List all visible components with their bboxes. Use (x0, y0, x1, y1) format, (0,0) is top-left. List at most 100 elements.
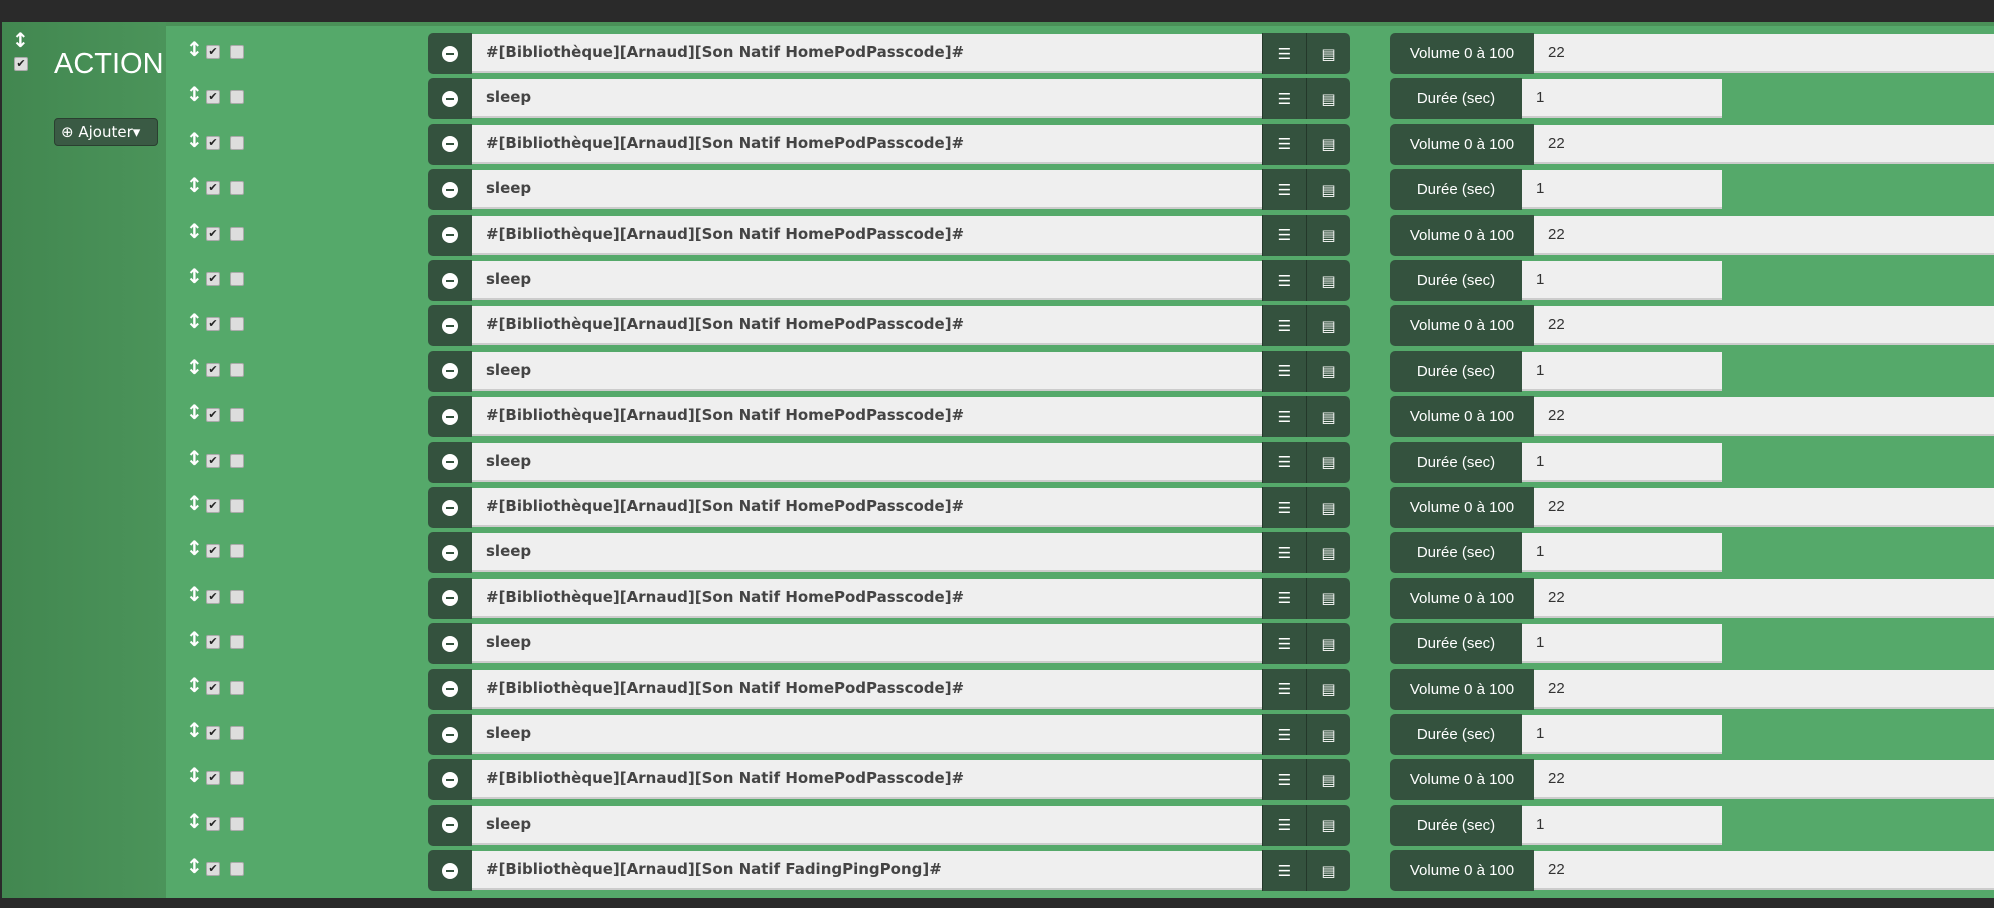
select-command-button[interactable]: ☰ (1262, 123, 1306, 165)
parallel-checkbox[interactable] (230, 272, 244, 286)
enabled-checkbox[interactable]: ✔ (206, 499, 220, 513)
enabled-checkbox[interactable]: ✔ (206, 317, 220, 332)
remove-action-button[interactable] (428, 123, 472, 165)
remove-action-button[interactable] (428, 714, 472, 755)
drag-handle-icon[interactable]: ↕ (186, 266, 203, 286)
enabled-checkbox[interactable]: ✔ (206, 135, 220, 150)
select-action-button[interactable]: ▤ (1306, 214, 1350, 256)
remove-action-button[interactable] (428, 441, 472, 483)
select-action-button[interactable]: ▤ (1306, 305, 1350, 347)
select-command-button[interactable]: ☰ (1262, 487, 1306, 528)
expression-input[interactable]: sleep (472, 715, 1262, 754)
expression-input[interactable]: #[Bibliothèque][Arnaud][Son Natif HomePo… (472, 669, 1262, 709)
enabled-checkbox[interactable]: ✔ (206, 226, 220, 241)
select-command-button[interactable]: ☰ (1262, 759, 1306, 801)
select-action-button[interactable]: ▤ (1306, 487, 1350, 528)
duration-input[interactable] (1522, 533, 1722, 573)
drag-handle-icon[interactable]: ↕ (186, 811, 203, 831)
drag-handle-icon[interactable]: ↕ (186, 493, 203, 513)
parallel-checkbox[interactable] (230, 726, 244, 740)
expression-input[interactable]: sleep (472, 533, 1262, 573)
select-command-button[interactable]: ☰ (1262, 804, 1306, 846)
enabled-checkbox[interactable]: ✔ (206, 771, 220, 786)
duration-input[interactable] (1522, 805, 1722, 845)
enabled-checkbox[interactable]: ✔ (206, 544, 220, 559)
expression-input[interactable]: #[Bibliothèque][Arnaud][Son Natif HomePo… (472, 124, 1262, 164)
enabled-checkbox[interactable]: ✔ (206, 408, 220, 423)
drag-handle-icon[interactable]: ↕ (186, 720, 203, 740)
drag-handle-icon[interactable]: ↕ (186, 221, 203, 241)
select-command-button[interactable]: ☰ (1262, 169, 1306, 211)
drag-handle-icon[interactable]: ↕ (186, 39, 203, 59)
drag-handle-icon[interactable]: ↕ (186, 538, 203, 558)
select-action-button[interactable]: ▤ (1306, 169, 1350, 211)
parallel-checkbox[interactable] (230, 317, 244, 332)
remove-action-button[interactable] (428, 33, 472, 74)
remove-action-button[interactable] (428, 214, 472, 256)
drag-handle-icon[interactable]: ↕ (186, 584, 203, 604)
select-action-button[interactable]: ▤ (1306, 532, 1350, 574)
enabled-checkbox[interactable]: ✔ (206, 726, 220, 740)
select-command-button[interactable]: ☰ (1262, 668, 1306, 710)
expression-input[interactable]: sleep (472, 442, 1262, 482)
drag-handle-icon[interactable]: ↕ (12, 30, 29, 50)
select-command-button[interactable]: ☰ (1262, 623, 1306, 665)
parallel-checkbox[interactable] (230, 181, 244, 196)
select-action-button[interactable]: ▤ (1306, 623, 1350, 665)
duration-input[interactable] (1522, 261, 1722, 300)
volume-input[interactable] (1534, 851, 1994, 891)
select-action-button[interactable]: ▤ (1306, 759, 1350, 801)
remove-action-button[interactable] (428, 577, 472, 619)
parallel-checkbox[interactable] (230, 862, 244, 877)
expression-input[interactable]: sleep (472, 351, 1262, 391)
enabled-checkbox[interactable]: ✔ (206, 589, 220, 604)
expression-input[interactable]: #[Bibliothèque][Arnaud][Son Natif HomePo… (472, 306, 1262, 346)
parallel-checkbox[interactable] (230, 680, 244, 695)
duration-input[interactable] (1522, 170, 1722, 210)
volume-input[interactable] (1534, 760, 1994, 800)
expression-input[interactable]: sleep (472, 261, 1262, 300)
remove-action-button[interactable] (428, 396, 472, 438)
enabled-checkbox[interactable]: ✔ (206, 680, 220, 695)
expression-input[interactable]: sleep (472, 624, 1262, 664)
drag-handle-icon[interactable]: ↕ (186, 765, 203, 785)
volume-input[interactable] (1534, 306, 1994, 346)
parallel-checkbox[interactable] (230, 362, 244, 377)
add-dropdown-button[interactable]: ⊕ Ajouter▾ (54, 118, 158, 146)
select-action-button[interactable]: ▤ (1306, 33, 1350, 74)
select-action-button[interactable]: ▤ (1306, 260, 1350, 301)
drag-handle-icon[interactable]: ↕ (186, 402, 203, 422)
select-action-button[interactable]: ▤ (1306, 123, 1350, 165)
remove-action-button[interactable] (428, 78, 472, 120)
expression-input[interactable]: sleep (472, 170, 1262, 210)
expression-input[interactable]: #[Bibliothèque][Arnaud][Son Natif HomePo… (472, 578, 1262, 618)
remove-action-button[interactable] (428, 668, 472, 710)
duration-input[interactable] (1522, 79, 1722, 119)
parallel-checkbox[interactable] (230, 816, 244, 831)
expression-input[interactable]: #[Bibliothèque][Arnaud][Son Natif HomePo… (472, 488, 1262, 527)
select-action-button[interactable]: ▤ (1306, 668, 1350, 710)
select-command-button[interactable]: ☰ (1262, 33, 1306, 74)
volume-input[interactable] (1534, 124, 1994, 164)
volume-input[interactable] (1534, 215, 1994, 255)
duration-input[interactable] (1522, 351, 1722, 391)
remove-action-button[interactable] (428, 850, 472, 892)
parallel-checkbox[interactable] (230, 499, 244, 513)
select-command-button[interactable]: ☰ (1262, 305, 1306, 347)
drag-handle-icon[interactable]: ↕ (186, 856, 203, 876)
select-command-button[interactable]: ☰ (1262, 260, 1306, 301)
duration-input[interactable] (1522, 442, 1722, 482)
expression-input[interactable]: #[Bibliothèque][Arnaud][Son Natif HomePo… (472, 760, 1262, 800)
volume-input[interactable] (1534, 578, 1994, 618)
remove-action-button[interactable] (428, 169, 472, 211)
enabled-checkbox[interactable]: ✔ (206, 45, 220, 59)
select-command-button[interactable]: ☰ (1262, 350, 1306, 392)
parallel-checkbox[interactable] (230, 589, 244, 604)
parallel-checkbox[interactable] (230, 453, 244, 468)
remove-action-button[interactable] (428, 623, 472, 665)
remove-action-button[interactable] (428, 804, 472, 846)
select-command-button[interactable]: ☰ (1262, 577, 1306, 619)
duration-input[interactable] (1522, 715, 1722, 754)
remove-action-button[interactable] (428, 350, 472, 392)
select-command-button[interactable]: ☰ (1262, 850, 1306, 892)
